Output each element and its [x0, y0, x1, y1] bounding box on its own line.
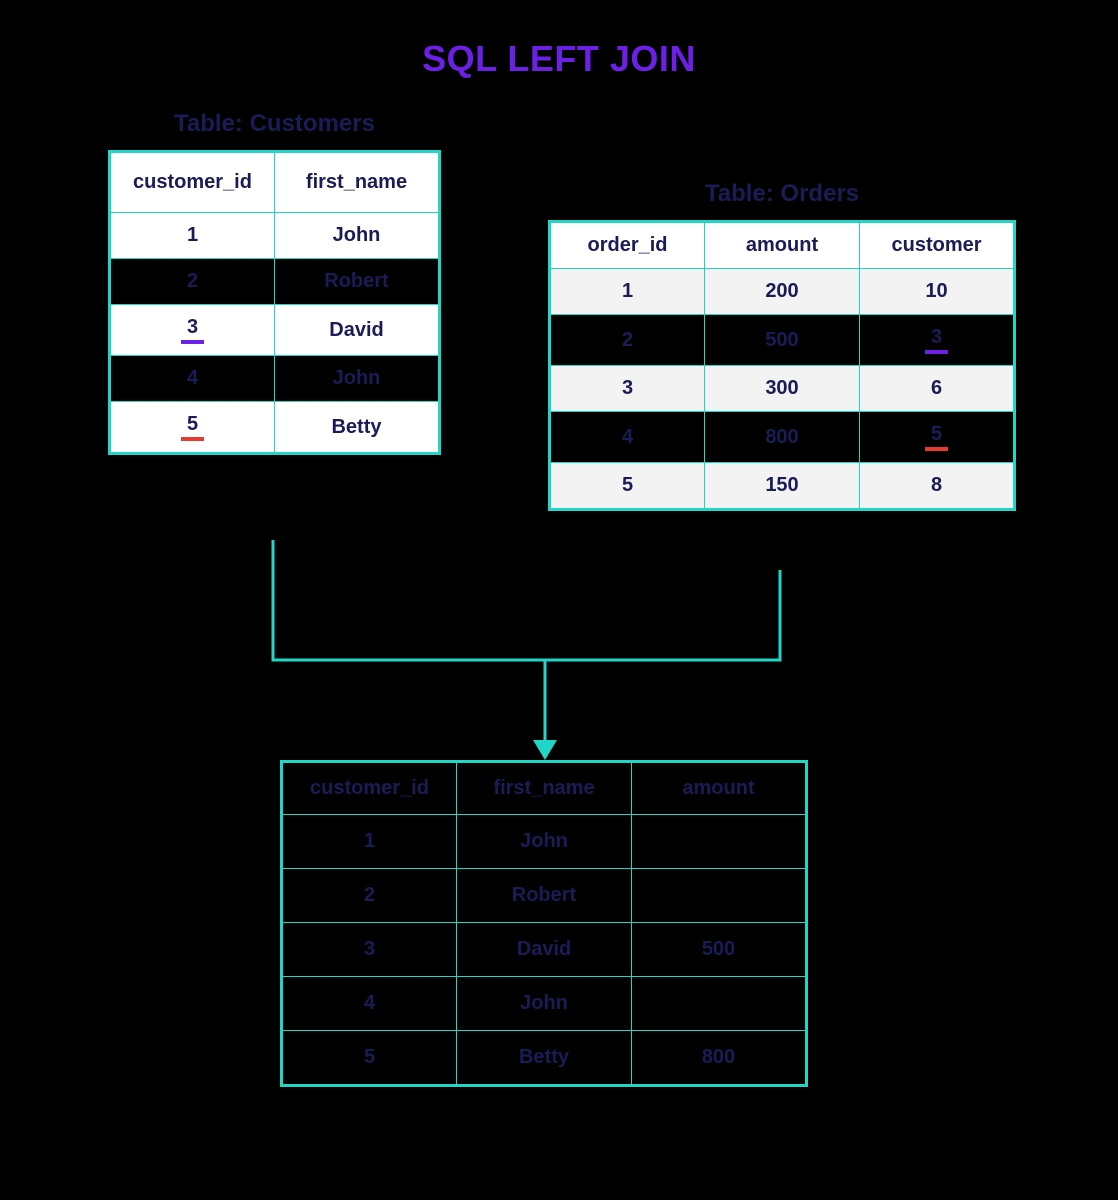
cell-amount: [632, 869, 807, 923]
customers-table-label: Table: Customers: [108, 110, 441, 138]
cell-first-name: John: [457, 815, 632, 869]
cell-customer-id: 4: [282, 977, 457, 1031]
cell-amount: 200: [705, 269, 860, 315]
table-row: 2Robert: [110, 259, 440, 305]
cell-customer-id: 3: [282, 923, 457, 977]
customers-table-container: Table: Customers customer_id first_name …: [108, 110, 441, 455]
cell-amount: 800: [705, 412, 860, 463]
table-row: 3David500: [282, 923, 807, 977]
cell-customer-id: 2: [110, 259, 275, 305]
cell-amount: 150: [705, 463, 860, 510]
cell-customer: 8: [860, 463, 1015, 510]
table-row: 2Robert: [282, 869, 807, 923]
orders-col-customer: customer: [860, 222, 1015, 269]
cell-amount: 800: [632, 1031, 807, 1086]
customers-col-id: customer_id: [110, 152, 275, 213]
cell-first-name: John: [275, 213, 440, 259]
table-row: 1John: [110, 213, 440, 259]
result-col-name: first_name: [457, 762, 632, 815]
table-row: 3David: [110, 305, 440, 356]
cell-amount: 500: [705, 315, 860, 366]
table-row: 51508: [550, 463, 1015, 510]
cell-first-name: David: [275, 305, 440, 356]
cell-customer: 3: [860, 315, 1015, 366]
cell-amount: [632, 977, 807, 1031]
cell-first-name: David: [457, 923, 632, 977]
result-table-container: customer_id first_name amount 1John2Robe…: [280, 760, 808, 1087]
table-row: 1John: [282, 815, 807, 869]
cell-order-id: 5: [550, 463, 705, 510]
table-row: 4John: [110, 356, 440, 402]
cell-customer-id: 4: [110, 356, 275, 402]
cell-customer-id: 3: [110, 305, 275, 356]
table-row: 4John: [282, 977, 807, 1031]
cell-amount: 500: [632, 923, 807, 977]
table-row: 48005: [550, 412, 1015, 463]
result-table: customer_id first_name amount 1John2Robe…: [280, 760, 808, 1087]
table-row: 5Betty800: [282, 1031, 807, 1086]
cell-order-id: 2: [550, 315, 705, 366]
cell-customer-id: 1: [110, 213, 275, 259]
cell-customer-id: 5: [110, 402, 275, 454]
cell-first-name: John: [457, 977, 632, 1031]
cell-order-id: 4: [550, 412, 705, 463]
table-row: 5Betty: [110, 402, 440, 454]
cell-amount: [632, 815, 807, 869]
cell-first-name: Betty: [457, 1031, 632, 1086]
table-row: 33006: [550, 366, 1015, 412]
cell-customer-id: 5: [282, 1031, 457, 1086]
orders-table: order_id amount customer 120010250033300…: [548, 220, 1016, 511]
orders-col-id: order_id: [550, 222, 705, 269]
table-row: 120010: [550, 269, 1015, 315]
diagram-title: SQL LEFT JOIN: [0, 0, 1118, 80]
cell-customer-id: 2: [282, 869, 457, 923]
customers-table: customer_id first_name 1John2Robert3Davi…: [108, 150, 441, 455]
cell-order-id: 3: [550, 366, 705, 412]
cell-first-name: Robert: [275, 259, 440, 305]
cell-order-id: 1: [550, 269, 705, 315]
table-row: 25003: [550, 315, 1015, 366]
cell-customer: 10: [860, 269, 1015, 315]
cell-first-name: Robert: [457, 869, 632, 923]
orders-col-amount: amount: [705, 222, 860, 269]
orders-table-container: Table: Orders order_id amount customer 1…: [548, 180, 1016, 511]
cell-amount: 300: [705, 366, 860, 412]
cell-first-name: Betty: [275, 402, 440, 454]
result-col-id: customer_id: [282, 762, 457, 815]
cell-customer: 5: [860, 412, 1015, 463]
result-col-amount: amount: [632, 762, 807, 815]
cell-first-name: John: [275, 356, 440, 402]
orders-table-label: Table: Orders: [548, 180, 1016, 208]
cell-customer-id: 1: [282, 815, 457, 869]
customers-col-name: first_name: [275, 152, 440, 213]
cell-customer: 6: [860, 366, 1015, 412]
